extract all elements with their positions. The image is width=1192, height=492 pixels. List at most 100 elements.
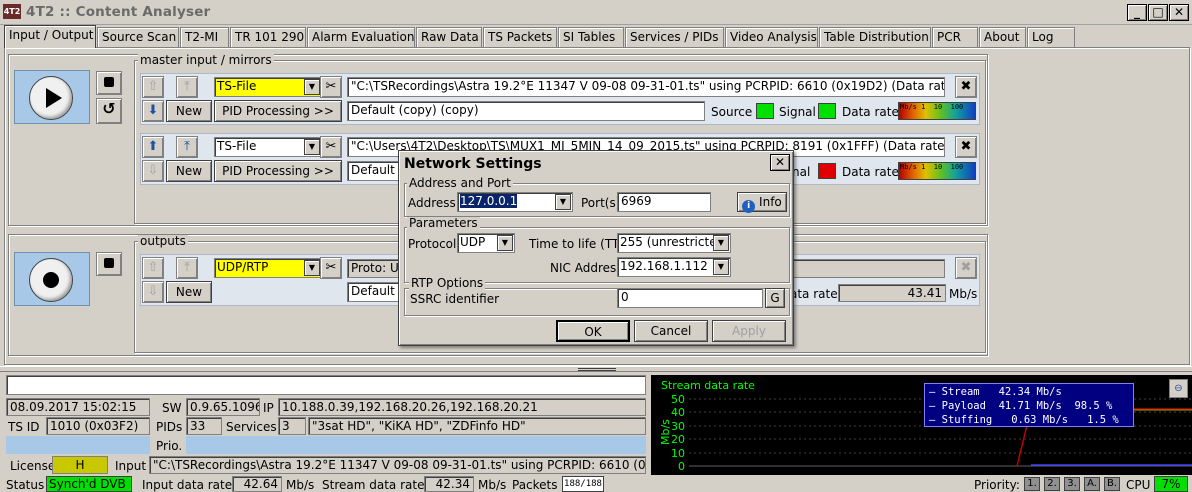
tsid-value: 1010 (0x03F2) xyxy=(46,417,150,435)
tab-source-scan[interactable]: Source Scan xyxy=(97,27,179,47)
priority-a-button[interactable]: A. xyxy=(1084,477,1100,491)
input-rate-value: 42.64 xyxy=(232,476,282,492)
pid-processing-button[interactable]: PID Processing >> xyxy=(214,100,342,122)
sw-label: SW xyxy=(162,401,182,415)
services-label: Services xyxy=(226,420,277,434)
ssrc-input[interactable]: 0 xyxy=(617,288,763,308)
minimize-button[interactable]: _ xyxy=(1127,4,1147,21)
tab-about[interactable]: About xyxy=(979,27,1026,47)
stop-button[interactable] xyxy=(96,71,122,95)
move-top-icon[interactable]: ⤒ xyxy=(176,257,198,279)
legend-stuffing: — Stuffing 0.63 Mb/s 1.5 % xyxy=(929,414,1119,426)
tab-raw-data[interactable]: Raw Data xyxy=(416,27,482,47)
stream-rate-graph: Stream data rate Mb/s 50 40 30 20 10 0 —… xyxy=(651,375,1192,475)
signal-label: Signal xyxy=(779,105,816,119)
ttl-select[interactable]: 255 (unrestricted) ▼ xyxy=(617,233,731,253)
protocol-select[interactable]: UDP ▼ xyxy=(457,233,515,253)
priority-1-button[interactable]: 1. xyxy=(1024,477,1040,491)
tab-pcr[interactable]: PCR xyxy=(932,27,978,47)
address-select[interactable]: 127.0.0.1 ▼ xyxy=(457,192,573,212)
status-value: Synch'd DVB xyxy=(46,476,132,492)
stop-output-button[interactable] xyxy=(96,252,122,276)
tab-t2-mi[interactable]: T2-MI xyxy=(180,27,229,47)
tab-si-tables[interactable]: SI Tables xyxy=(558,27,624,47)
refresh-icon[interactable]: ↺ xyxy=(96,98,122,124)
status-label: Status xyxy=(6,478,45,492)
close-button[interactable]: ✕ xyxy=(1169,4,1189,21)
signal-led xyxy=(818,103,836,119)
move-down-icon[interactable]: ⇩ xyxy=(142,281,164,303)
move-top-icon[interactable]: ⤒ xyxy=(176,76,198,98)
port-input[interactable]: 6969 xyxy=(617,192,711,212)
chevron-down-icon: ▼ xyxy=(304,139,320,155)
source-led xyxy=(756,103,774,119)
dialog-close-button[interactable]: ✕ xyxy=(770,154,790,171)
nic-select[interactable]: 192.168.1.112 ▼ xyxy=(617,257,731,277)
stream-rate-value: 42.34 xyxy=(424,476,474,492)
move-up-icon[interactable]: ⬆ xyxy=(142,136,164,158)
datarate-meter-2: Mb/s 1 10 100 xyxy=(898,162,976,180)
info-button[interactable]: i Info xyxy=(737,192,787,213)
input-type-select-2[interactable]: TS-File ▼ xyxy=(214,137,322,157)
new-output-button[interactable]: New xyxy=(166,281,212,303)
cancel-button[interactable]: Cancel xyxy=(634,320,708,342)
tab-ts-packets[interactable]: TS Packets xyxy=(483,27,557,47)
remove-icon[interactable]: ✖ xyxy=(955,136,977,158)
cpu-value: 7% xyxy=(1154,476,1188,492)
message-field[interactable] xyxy=(6,375,646,395)
address-port-label: Address and Port xyxy=(407,176,513,190)
tools-icon[interactable]: ✂ xyxy=(320,76,342,98)
new-mirror-button[interactable]: New xyxy=(166,100,212,122)
meter-scale-100: 100 xyxy=(950,163,964,171)
ip-addresses: 10.188.0.39,192.168.20.26,192.168.20.21 xyxy=(278,398,646,416)
priority-b-button[interactable]: B. xyxy=(1104,477,1120,491)
graph-options-icon[interactable]: ⊖ xyxy=(1169,379,1188,398)
tools-icon[interactable]: ✂ xyxy=(320,136,342,158)
tab-input-output[interactable]: Input / Output xyxy=(4,25,96,48)
new-mirror-button[interactable]: New xyxy=(166,160,212,182)
ok-button[interactable]: OK xyxy=(556,320,630,342)
legend-stream-value: 42.34 Mb/s xyxy=(998,386,1062,398)
tsid-label: TS ID xyxy=(8,420,40,434)
tab-tr-101-290[interactable]: TR 101 290 xyxy=(230,27,306,47)
legend-stream: — Stream 42.34 Mb/s xyxy=(929,386,1062,398)
move-up-icon[interactable]: ⇧ xyxy=(142,257,164,279)
pid-processing-button[interactable]: PID Processing >> xyxy=(214,160,342,182)
tab-alarm-evaluation[interactable]: Alarm Evaluation xyxy=(307,27,415,47)
tab-table-distribution[interactable]: Table Distribution xyxy=(819,27,931,47)
move-up-icon[interactable]: ⇧ xyxy=(142,76,164,98)
legend-payload: — Payload 41.71 Mb/s 98.5 % xyxy=(929,400,1113,412)
output-type-select[interactable]: UDP/RTP ▼ xyxy=(214,258,322,278)
nic-label: NIC Address xyxy=(550,261,618,275)
tools-icon[interactable]: ✂ xyxy=(320,257,342,279)
remove-icon[interactable]: ✖ xyxy=(955,76,977,98)
input-type-select-1[interactable]: TS-File ▼ xyxy=(214,77,322,97)
ytick-50: 50 xyxy=(671,393,685,406)
play-button-area[interactable] xyxy=(14,70,90,124)
tab-log[interactable]: Log xyxy=(1027,27,1075,47)
output-datarate-label: ata rate xyxy=(790,287,838,301)
stream-rate-unit: Mb/s xyxy=(478,478,507,492)
generate-ssrc-button[interactable]: G xyxy=(765,288,785,308)
move-top-icon[interactable]: ⤒ xyxy=(176,136,198,158)
play-icon[interactable] xyxy=(29,76,73,120)
maximize-button[interactable]: □ xyxy=(1148,4,1168,21)
datarate-label: Data rate xyxy=(842,165,899,179)
input-path-field-1[interactable]: "C:\TSRecordings\Astra 19.2°E 11347 V 09… xyxy=(347,77,945,97)
output-name-field[interactable]: Default xyxy=(347,282,403,302)
move-down-icon[interactable]: ⬇ xyxy=(142,100,164,122)
legend-stream-name: Stream xyxy=(941,386,980,398)
dialog-title-bar: Network Settings xyxy=(402,154,790,174)
splitter[interactable] xyxy=(0,366,1192,372)
move-down-icon[interactable]: ⇩ xyxy=(142,160,164,182)
tab-video-analysis[interactable]: Video Analysis xyxy=(725,27,818,47)
priority-3-button[interactable]: 3. xyxy=(1064,477,1080,491)
record-icon[interactable] xyxy=(29,258,73,302)
priority-2-button[interactable]: 2. xyxy=(1044,477,1060,491)
mirror-name-field-1[interactable]: Default (copy) (copy) xyxy=(347,101,705,121)
remove-icon[interactable]: ✖ xyxy=(955,257,977,279)
record-button-area[interactable] xyxy=(14,252,90,306)
meter-scale-unit: Mb/s xyxy=(900,163,917,171)
apply-button[interactable]: Apply xyxy=(712,320,786,342)
tab-services-pids[interactable]: Services / PIDs xyxy=(625,27,724,47)
